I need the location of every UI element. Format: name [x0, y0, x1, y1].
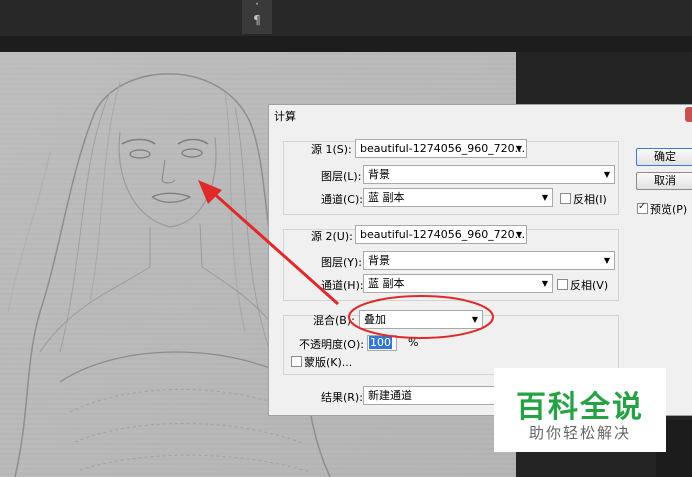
watermark: 百科全说 助你轻松解决	[494, 368, 666, 452]
red-arrow-head	[198, 180, 222, 204]
red-arrow-line	[209, 188, 339, 306]
red-highlight-circle	[348, 295, 494, 339]
watermark-title: 百科全说	[516, 390, 644, 425]
watermark-subtitle: 助你轻松解决	[528, 424, 631, 442]
